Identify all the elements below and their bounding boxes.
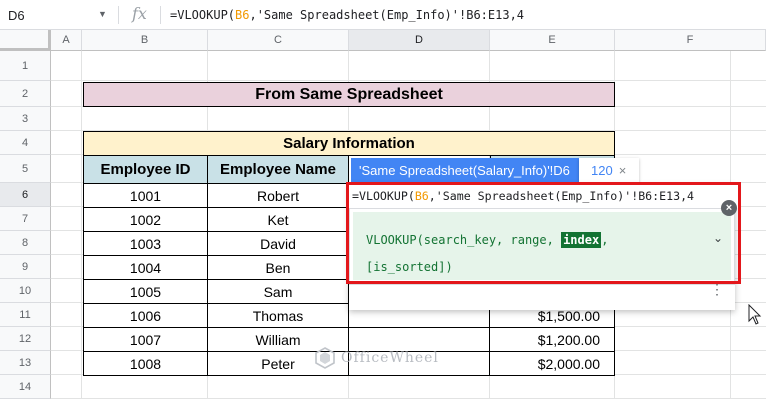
row-header-11[interactable]: 11 [0,303,51,327]
close-icon[interactable]: × [619,163,627,178]
row-header-3[interactable]: 3 [0,107,51,131]
employee-id-cell[interactable]: 1005 [83,279,208,304]
preview-value: 120 [591,163,613,178]
row-header-9[interactable]: 9 [0,255,51,279]
column-header-d[interactable]: D [349,30,490,51]
employee-name-cell[interactable]: Ket [207,207,349,232]
formula-input[interactable]: =VLOOKUP(B6,'Same Spreadsheet(Emp_Info)'… [170,8,524,22]
annotation-highlight-box [346,182,741,284]
formula-cell-ref: B6 [235,8,250,22]
fx-icon: fx [132,4,147,23]
row-header-6[interactable]: 6 [0,183,51,207]
officewheel-logo-icon [315,347,335,369]
employee-name-cell[interactable]: Ben [207,255,349,280]
grid-line [51,80,766,81]
employee-name-cell[interactable]: Thomas [207,303,349,328]
row-header-2[interactable]: 2 [0,81,51,107]
salary-cell[interactable]: $2,000.00 [489,351,615,376]
name-box-value: D6 [8,8,25,23]
formula-rest: ,'Same Spreadsheet(Emp_Info)'!B6:E13,4 [249,8,525,22]
name-box[interactable]: D6 ▼ [0,0,118,30]
formula-prefix: =VLOOKUP( [170,8,236,22]
divider [118,6,119,24]
watermark-text: OfficeWheel [341,350,439,366]
row-header-13[interactable]: 13 [0,351,51,375]
formula-bar: D6 ▼ fx =VLOOKUP(B6,'Same Spreadsheet(Em… [0,0,766,30]
column-header-b[interactable]: B [82,30,208,51]
row-header-7[interactable]: 7 [0,207,51,231]
employee-id-cell[interactable]: 1003 [83,231,208,256]
column-header-a[interactable]: A [51,30,82,51]
row-header-5[interactable]: 5 [0,155,51,183]
salary-info-header[interactable]: Salary Information [83,131,615,156]
employee-id-cell[interactable]: 1007 [83,327,208,352]
salary-cell[interactable]: $1,200.00 [489,327,615,352]
employee-id-cell[interactable]: 1006 [83,303,208,328]
row-header-4[interactable]: 4 [0,131,51,155]
grid-line [81,51,82,399]
mouse-pointer-icon [748,304,762,325]
employee-name-cell[interactable]: Robert [207,183,349,208]
row-header-1[interactable]: 1 [0,51,51,81]
range-reference-chip[interactable]: 'Same Spreadsheet(Salary_Info)'!D6 [351,158,579,184]
row-header-14[interactable]: 14 [0,375,51,399]
employee-id-cell[interactable]: 1004 [83,255,208,280]
header-employee-name[interactable]: Employee Name [207,155,349,184]
employee-name-cell[interactable]: David [207,231,349,256]
select-all-corner[interactable] [0,30,51,51]
watermark: OfficeWheel [314,347,439,369]
more-options-icon[interactable]: ⋮ [710,282,724,296]
sheet-title[interactable]: From Same Spreadsheet [83,82,615,107]
chevron-down-icon[interactable]: ▼ [98,9,107,19]
row-header-12[interactable]: 12 [0,327,51,351]
employee-id-cell[interactable]: 1002 [83,207,208,232]
column-header-c[interactable]: C [208,30,349,51]
employee-id-cell[interactable]: 1001 [83,183,208,208]
employee-id-cell[interactable]: 1008 [83,351,208,376]
employee-name-cell[interactable]: Sam [207,279,349,304]
row-header-8[interactable]: 8 [0,231,51,255]
column-header-e[interactable]: E [490,30,615,51]
column-header-f[interactable]: F [615,30,766,51]
range-preview-value: 120 × [579,158,639,184]
header-employee-id[interactable]: Employee ID [83,155,208,184]
divider [160,6,161,24]
row-header-10[interactable]: 10 [0,279,51,303]
